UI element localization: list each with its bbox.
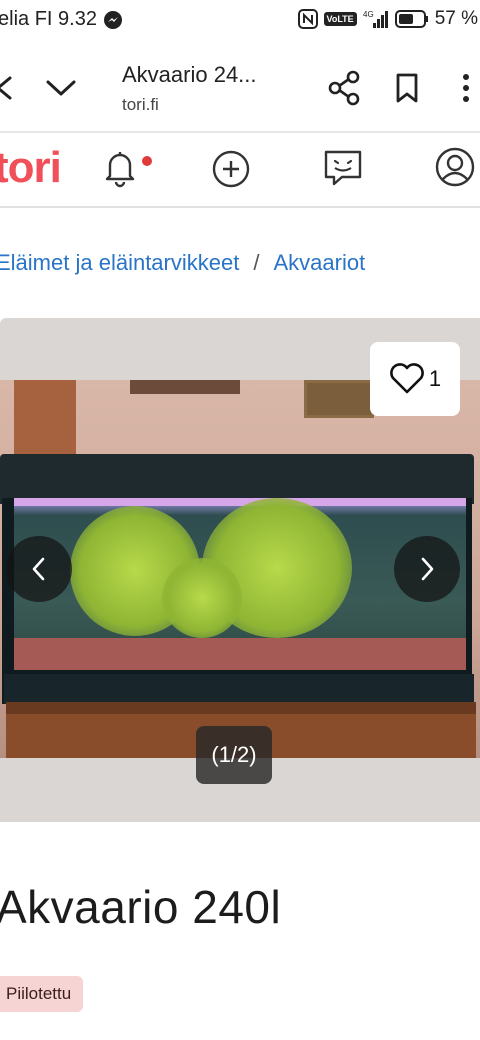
status-bar: elia FI 9.32 VoLTE 4G 57 % bbox=[0, 0, 480, 44]
browser-toolbar: Akvaario 24... tori.fi bbox=[0, 44, 480, 132]
site-header: tori bbox=[0, 133, 480, 207]
previous-image-button[interactable] bbox=[6, 536, 72, 602]
carrier-time: elia FI 9.32 bbox=[0, 8, 97, 30]
photo-shelf bbox=[130, 380, 240, 394]
more-vertical-icon[interactable] bbox=[458, 72, 474, 104]
status-right: VoLTE 4G 57 % bbox=[297, 8, 478, 30]
add-listing-icon[interactable] bbox=[212, 150, 250, 188]
photo-stand-top bbox=[6, 702, 476, 714]
breadcrumb-separator: / bbox=[253, 250, 260, 275]
svg-text:4G: 4G bbox=[363, 10, 374, 19]
bookmark-icon[interactable] bbox=[394, 72, 420, 104]
aquarium-plant bbox=[162, 558, 242, 638]
chevron-left-icon bbox=[32, 557, 45, 581]
status-left: elia FI 9.32 bbox=[0, 8, 123, 31]
notification-bell-icon[interactable] bbox=[102, 148, 138, 188]
breadcrumb-category[interactable]: Eläimet ja eläintarvikkeet bbox=[0, 250, 239, 276]
aquarium-base bbox=[4, 674, 474, 704]
signal-icon: 4G bbox=[363, 10, 388, 28]
aquarium-gravel bbox=[14, 638, 466, 670]
chevron-right-icon bbox=[421, 557, 434, 581]
messages-icon[interactable] bbox=[322, 147, 364, 189]
listing-title: Akvaario 240l bbox=[0, 881, 282, 933]
image-counter: (1/2) bbox=[196, 726, 272, 784]
heart-icon bbox=[390, 363, 424, 394]
aquarium-light bbox=[14, 498, 466, 506]
aquarium-lid bbox=[0, 454, 474, 504]
breadcrumb: Eläimet ja eläintarvikkeet / Akvaariot bbox=[0, 250, 365, 276]
notification-dot bbox=[142, 156, 152, 166]
breadcrumb-subcategory[interactable]: Akvaariot bbox=[273, 250, 365, 276]
favorite-count: 1 bbox=[428, 366, 442, 391]
favorite-button[interactable]: 1 bbox=[370, 342, 460, 416]
nfc-icon bbox=[297, 9, 318, 29]
battery-icon bbox=[394, 10, 428, 28]
messenger-icon bbox=[103, 10, 122, 29]
image-gallery[interactable]: 1 (1/2) bbox=[0, 318, 480, 822]
browser-url[interactable]: tori.fi bbox=[122, 95, 159, 115]
volte-icon: VoLTE bbox=[323, 12, 357, 26]
back-arrow-icon[interactable] bbox=[0, 72, 16, 104]
profile-icon[interactable] bbox=[434, 146, 476, 188]
tori-logo[interactable]: tori bbox=[0, 143, 62, 193]
aquarium-tank bbox=[2, 498, 474, 704]
share-icon[interactable] bbox=[328, 70, 360, 106]
battery-percent: 57 % bbox=[434, 8, 478, 29]
photo-frame bbox=[304, 380, 374, 418]
chevron-down-icon[interactable] bbox=[44, 74, 78, 102]
next-image-button[interactable] bbox=[394, 536, 460, 602]
nav-divider bbox=[0, 206, 480, 208]
status-badge: Piilotettu bbox=[0, 976, 84, 1012]
browser-page-title[interactable]: Akvaario 24... bbox=[122, 62, 257, 88]
